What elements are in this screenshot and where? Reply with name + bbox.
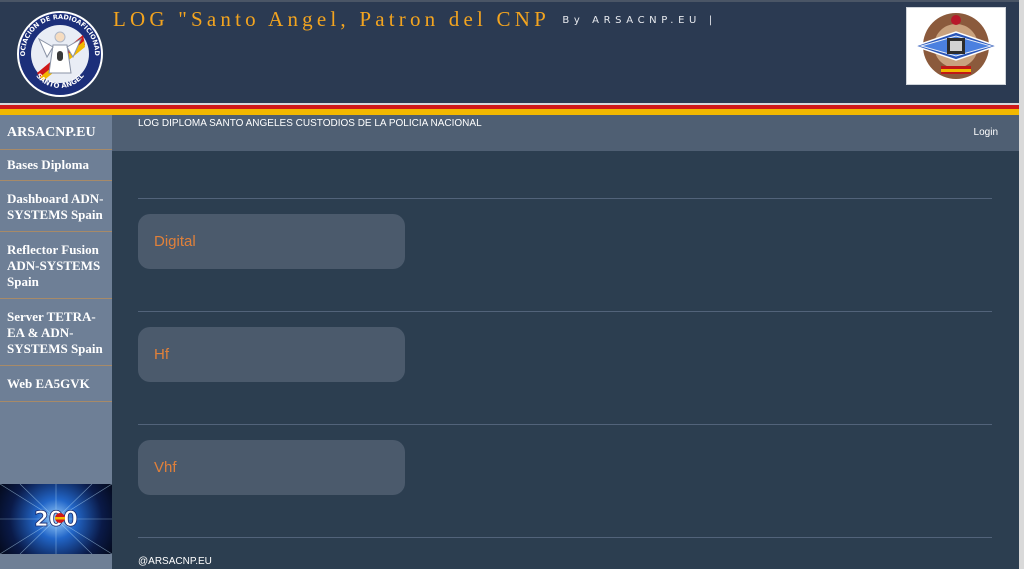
site-byline: By ARSACNP.EU | xyxy=(562,15,717,26)
sidebar-item-dashboard[interactable]: Dashboard ADN-SYSTEMS Spain xyxy=(0,181,112,232)
policia-nacional-emblem[interactable] xyxy=(906,7,1006,85)
site-title-main: LOG "Santo Angel, Patron del CNP xyxy=(113,7,550,31)
sidebar-item-server-tetra[interactable]: Server TETRA-EA & ADN-SYSTEMS Spain xyxy=(0,299,112,366)
sidebar-item-arsacnp[interactable]: ARSACNP.EU xyxy=(0,115,112,150)
sidebar-item-web-ea5gvk[interactable]: Web EA5GVK xyxy=(0,366,112,402)
card-label: Vhf xyxy=(154,459,177,476)
sidebar-item-bases-diploma[interactable]: Bases Diploma xyxy=(0,150,112,181)
card-hf[interactable]: Hf xyxy=(138,327,405,382)
card-digital[interactable]: Digital xyxy=(138,214,405,269)
card-label: Digital xyxy=(154,233,196,250)
top-bar: LOG DIPLOMA SANTO ANGELES CUSTODIOS DE L… xyxy=(112,115,1019,151)
anniversary-200-icon: 200 xyxy=(0,484,112,554)
emblem-icon xyxy=(912,13,1000,79)
page-scrollbar[interactable] xyxy=(1019,0,1024,569)
divider xyxy=(138,311,992,312)
footer-text: @ARSACNP.EU xyxy=(138,556,212,567)
divider xyxy=(138,537,992,538)
divider xyxy=(138,198,992,199)
divider xyxy=(138,424,992,425)
login-link[interactable]: Login xyxy=(974,127,998,138)
anniversary-banner[interactable]: 200 xyxy=(0,484,112,554)
sidebar-item-reflector[interactable]: Reflector Fusion ADN-SYSTEMS Spain xyxy=(0,232,112,299)
site-header: ASOCIACIÓN DE RADIOAFICIONADOS SANTO ANG… xyxy=(0,0,1019,103)
sidebar: ARSACNP.EU Bases Diploma Dashboard ADN-S… xyxy=(0,115,112,569)
card-label: Hf xyxy=(154,346,169,363)
spanish-flag-stripe xyxy=(0,103,1019,115)
card-vhf[interactable]: Vhf xyxy=(138,440,405,495)
page-title: LOG DIPLOMA SANTO ANGELES CUSTODIOS DE L… xyxy=(138,118,482,129)
santo-angel-logo[interactable]: ASOCIACIÓN DE RADIOAFICIONADOS SANTO ANG… xyxy=(13,11,107,97)
site-title: LOG "Santo Angel, Patron del CNP By ARSA… xyxy=(113,7,717,32)
